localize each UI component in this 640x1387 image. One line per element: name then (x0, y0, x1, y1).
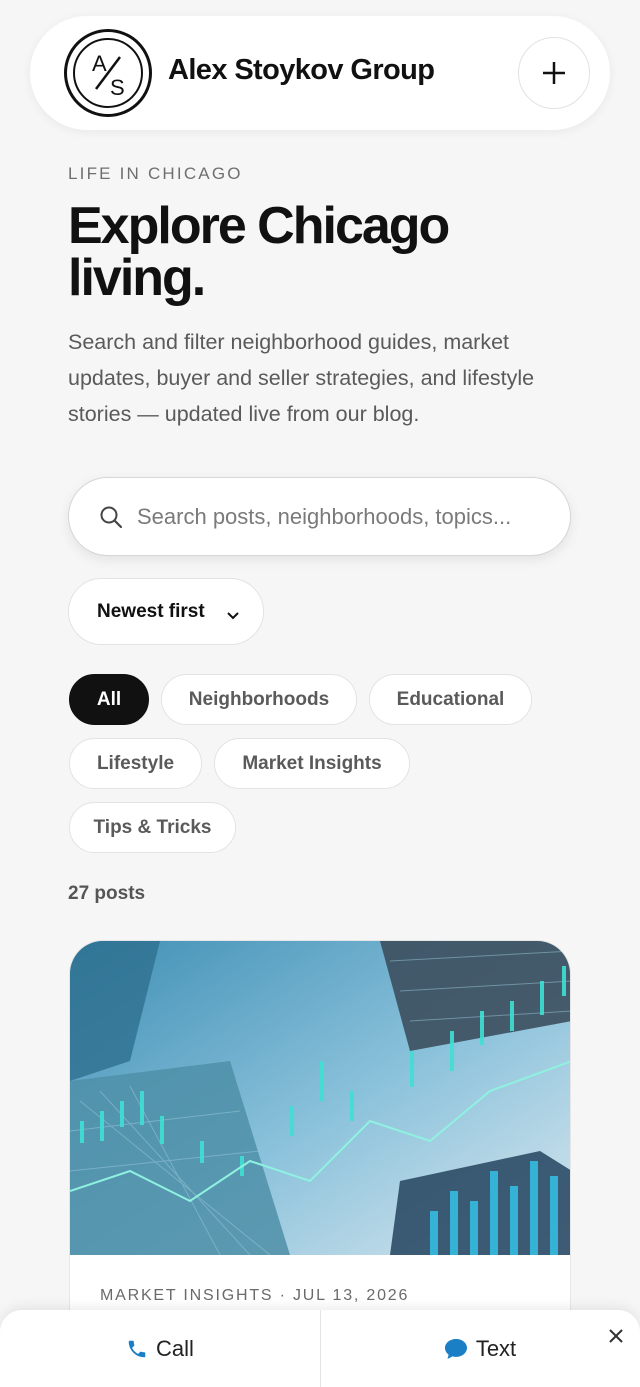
intro-text: Search and filter neighborhood guides, m… (68, 330, 535, 426)
search-input[interactable] (137, 496, 547, 538)
site-header: A S Alex Stoykov Group (30, 16, 610, 130)
title-line-2: living. (68, 249, 206, 307)
contact-bar: Call Text (0, 1310, 640, 1387)
page-title: Explore Chicago living. (68, 200, 588, 304)
plus-icon (543, 62, 565, 84)
brand-name[interactable]: Alex Stoykov Group (168, 54, 435, 87)
svg-text:S: S (110, 75, 125, 100)
phone-icon (128, 1340, 146, 1357)
call-label: Call (156, 1335, 194, 1361)
title-line-1: Explore Chicago (68, 197, 450, 255)
text-label: Text (475, 1335, 517, 1361)
filter-chip-educational[interactable]: Educational (369, 674, 532, 725)
sort-dropdown[interactable]: Newest first (68, 578, 264, 645)
filter-chip-lifestyle[interactable]: Lifestyle (69, 738, 202, 789)
results-count: 27 posts (68, 883, 146, 904)
call-button[interactable]: Call (0, 1310, 320, 1387)
post-cover-image (70, 941, 570, 1255)
menu-plus-button[interactable] (518, 37, 590, 109)
logo-monogram-icon: A S (92, 51, 125, 100)
chevron-down-icon (227, 607, 239, 625)
brand-logo[interactable]: A S (64, 29, 152, 117)
section-eyebrow: LIFE IN CHICAGO (68, 164, 243, 183)
filter-chip-all[interactable]: All (69, 674, 149, 725)
search-box (68, 477, 571, 556)
post-meta: MARKET INSIGHTS · JUL 13, 2026 (100, 1287, 410, 1304)
search-icon (99, 505, 123, 534)
text-button[interactable]: Text (320, 1310, 640, 1387)
filter-chip-market-insights[interactable]: Market Insights (214, 738, 410, 789)
filter-chip-neighborhoods[interactable]: Neighborhoods (161, 674, 357, 725)
chat-bubble-icon (444, 1338, 467, 1359)
filter-chip-tips-tricks[interactable]: Tips & Tricks (69, 802, 236, 853)
svg-text:A: A (92, 51, 107, 76)
sort-selected-label: Newest first (97, 600, 205, 622)
close-icon[interactable] (608, 1328, 624, 1349)
